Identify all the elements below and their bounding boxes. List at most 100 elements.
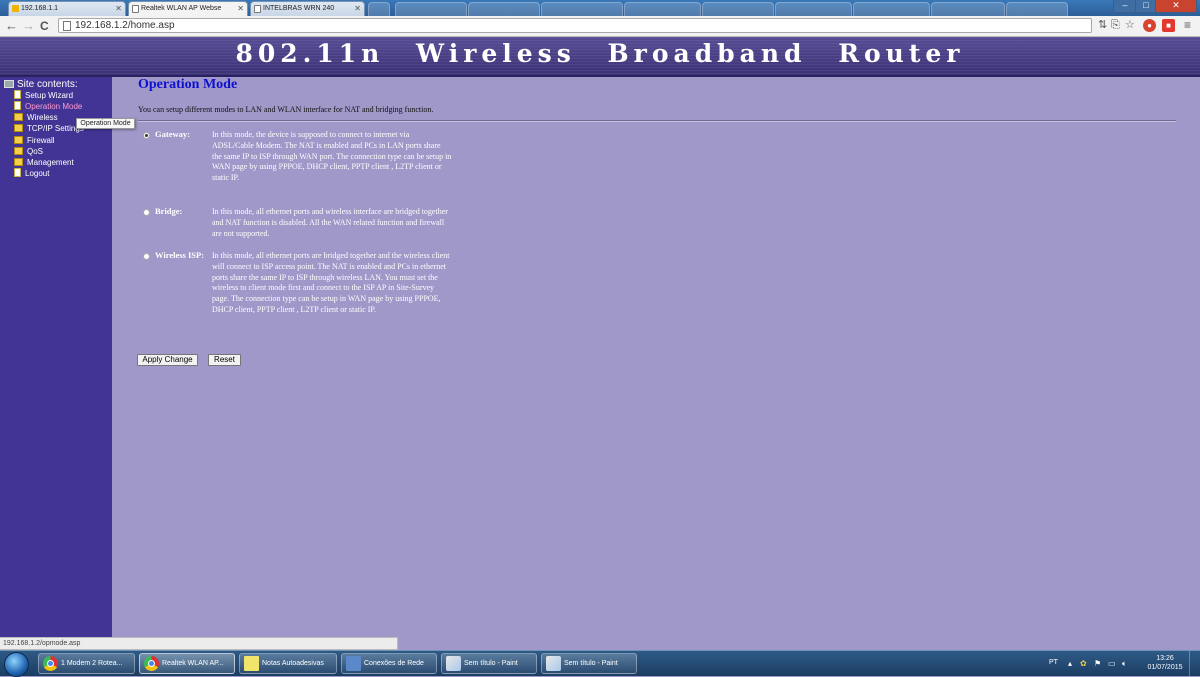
- start-button[interactable]: [4, 652, 29, 677]
- page-title: Operation Mode: [138, 77, 238, 92]
- browser-tab-blurred[interactable]: [853, 2, 930, 16]
- browser-tab-blurred[interactable]: [1006, 2, 1068, 16]
- router-title: 802.11n Wireless Broadband Router: [235, 39, 965, 68]
- system-tray: PT ▴ ✿ ⚑ ▭ 🔈︎ 13:26 01/07/2015: [1044, 651, 1200, 676]
- browser-tab-blurred[interactable]: [395, 2, 467, 16]
- system-clock[interactable]: 13:26 01/07/2015: [1144, 654, 1186, 672]
- sidebar-item-label: Wireless: [27, 113, 58, 122]
- extension-icon[interactable]: ■: [1162, 19, 1175, 32]
- taskbar-item-label: Sem título - Paint: [564, 660, 618, 667]
- forward-icon[interactable]: →: [22, 18, 35, 34]
- tab-label: 192.168.1.1: [21, 5, 58, 12]
- taskbar-item-label: 1 Modem 2 Rotea...: [61, 660, 123, 667]
- bookmark-star-icon[interactable]: ☆: [1125, 19, 1135, 32]
- gateway-radio[interactable]: [143, 132, 150, 139]
- browser-tab-blurred[interactable]: [468, 2, 540, 16]
- mode-gateway: Gateway: In this mode, the device is sup…: [138, 129, 458, 211]
- minimize-icon[interactable]: –: [1113, 0, 1137, 13]
- sidebar-item-label: Management: [27, 158, 74, 167]
- close-tab-icon[interactable]: ✕: [237, 2, 244, 16]
- main-content: Operation Mode You can setup different m…: [113, 77, 1200, 650]
- tooltip: Operation Mode: [76, 118, 135, 129]
- taskbar-item-sticky-notes[interactable]: Notas Autoadesivas: [239, 653, 337, 674]
- sidebar-item-firewall[interactable]: Firewall: [14, 135, 55, 146]
- site-contents-label: Site contents:: [17, 79, 78, 90]
- tab-label: Realtek WLAN AP Webse: [141, 5, 222, 12]
- show-desktop-button[interactable]: [1189, 651, 1200, 676]
- close-tab-icon[interactable]: ✕: [354, 2, 361, 16]
- sidebar-item-tcpip-settings[interactable]: TCP/IP Settings: [14, 123, 84, 134]
- sidebar-item-label: Logout: [25, 169, 50, 178]
- browser-tab-1[interactable]: 192.168.1.1 ✕: [8, 1, 126, 16]
- close-tab-icon[interactable]: ✕: [115, 2, 122, 16]
- app-tray-icon[interactable]: ✿: [1080, 659, 1087, 668]
- language-indicator[interactable]: PT: [1049, 659, 1058, 666]
- page-icon: [63, 21, 71, 31]
- folder-icon: [14, 136, 23, 144]
- taskbar-item-paint-2[interactable]: Sem título - Paint: [541, 653, 637, 674]
- status-url-bubble: 192.168.1.2/opmode.asp: [0, 637, 398, 650]
- browser-tab-blurred[interactable]: [624, 2, 701, 16]
- sticky-notes-icon: [244, 656, 259, 671]
- browser-tab-blurred[interactable]: [931, 2, 1005, 16]
- browser-tab-blurred[interactable]: [775, 2, 852, 16]
- address-bar[interactable]: 192.168.1.2/home.asp: [58, 18, 1092, 33]
- chrome-icon: [43, 656, 58, 671]
- taskbar-item-chrome-1[interactable]: 1 Modem 2 Rotea...: [38, 653, 135, 674]
- menu-icon[interactable]: ≡: [1184, 19, 1191, 32]
- taskbar-item-chrome-2[interactable]: Realtek WLAN AP...: [139, 653, 235, 674]
- site-contents-sidebar: Site contents: Setup Wizard Operation Mo…: [0, 77, 112, 650]
- maximize-icon[interactable]: □: [1135, 0, 1157, 13]
- volume-icon[interactable]: 🔈︎: [1122, 659, 1127, 668]
- new-tab-button[interactable]: [368, 2, 390, 16]
- tree-root-icon: [4, 80, 14, 89]
- sidebar-item-qos[interactable]: QoS: [14, 146, 43, 157]
- gateway-label: Gateway:: [155, 129, 190, 139]
- sidebar-item-setup-wizard[interactable]: Setup Wizard: [14, 90, 73, 101]
- back-icon[interactable]: ←: [5, 18, 18, 34]
- folder-icon: [14, 113, 23, 121]
- windows-taskbar: 1 Modem 2 Rotea... Realtek WLAN AP... No…: [0, 650, 1200, 677]
- url-text: 192.168.1.2/home.asp: [75, 20, 175, 31]
- clock-time: 13:26: [1156, 655, 1174, 662]
- sidebar-item-management[interactable]: Management: [14, 157, 74, 168]
- taskbar-item-network-connections[interactable]: Conexões de Rede: [341, 653, 437, 674]
- mode-wireless-isp: Wireless ISP: In this mode, all ethernet…: [138, 250, 458, 342]
- page-action-icon[interactable]: ⎘: [1111, 19, 1120, 32]
- sidebar-item-label: QoS: [27, 147, 44, 156]
- browser-toolbar: ← → C 192.168.1.2/home.asp ⇅ ⎘ ☆ ● ■ ≡: [0, 16, 1200, 37]
- adblock-extension-icon[interactable]: ●: [1143, 19, 1156, 32]
- sidebar-item-label: Operation Mode: [25, 102, 83, 111]
- paint-icon: [446, 656, 461, 671]
- taskbar-item-label: Notas Autoadesivas: [262, 660, 324, 667]
- sidebar-item-logout[interactable]: Logout: [14, 168, 49, 179]
- folder-icon: [14, 158, 23, 166]
- wireless-isp-description: In this mode, all ethernet ports are bri…: [212, 251, 450, 314]
- bridge-label: Bridge:: [155, 206, 183, 216]
- sidebar-item-operation-mode[interactable]: Operation Mode: [14, 101, 82, 112]
- close-window-icon[interactable]: ✕: [1155, 0, 1197, 13]
- sidebar-item-label: Firewall: [27, 136, 55, 145]
- bridge-radio[interactable]: [143, 209, 150, 216]
- page-icon: [14, 90, 21, 99]
- show-hidden-icons-icon[interactable]: ▴: [1068, 659, 1072, 668]
- clock-date: 01/07/2015: [1147, 664, 1183, 671]
- taskbar-item-paint-1[interactable]: Sem título - Paint: [441, 653, 537, 674]
- sidebar-item-wireless[interactable]: Wireless: [14, 112, 58, 123]
- bridge-description: In this mode, all ethernet ports and wir…: [212, 207, 448, 238]
- action-center-flag-icon[interactable]: ⚑: [1094, 659, 1101, 668]
- apply-change-button[interactable]: Apply Change: [137, 354, 198, 366]
- browser-tab-3[interactable]: INTELBRAS WRN 240 ✕: [250, 1, 365, 16]
- taskbar-item-label: Sem título - Paint: [464, 660, 518, 667]
- translate-icon[interactable]: ⇅: [1098, 19, 1107, 32]
- browser-tab-blurred[interactable]: [541, 2, 623, 16]
- page-favicon-icon: [132, 5, 139, 13]
- taskbar-item-label: Realtek WLAN AP...: [162, 660, 224, 667]
- browser-tab-2-active[interactable]: Realtek WLAN AP Webse ✕: [128, 1, 248, 16]
- network-icon[interactable]: ▭: [1108, 659, 1116, 668]
- browser-tab-blurred[interactable]: [702, 2, 774, 16]
- router-header-banner: 802.11n Wireless Broadband Router: [0, 37, 1200, 77]
- reload-icon[interactable]: C: [40, 18, 49, 34]
- user-favicon-icon: [12, 5, 19, 12]
- reset-button[interactable]: Reset: [208, 354, 241, 366]
